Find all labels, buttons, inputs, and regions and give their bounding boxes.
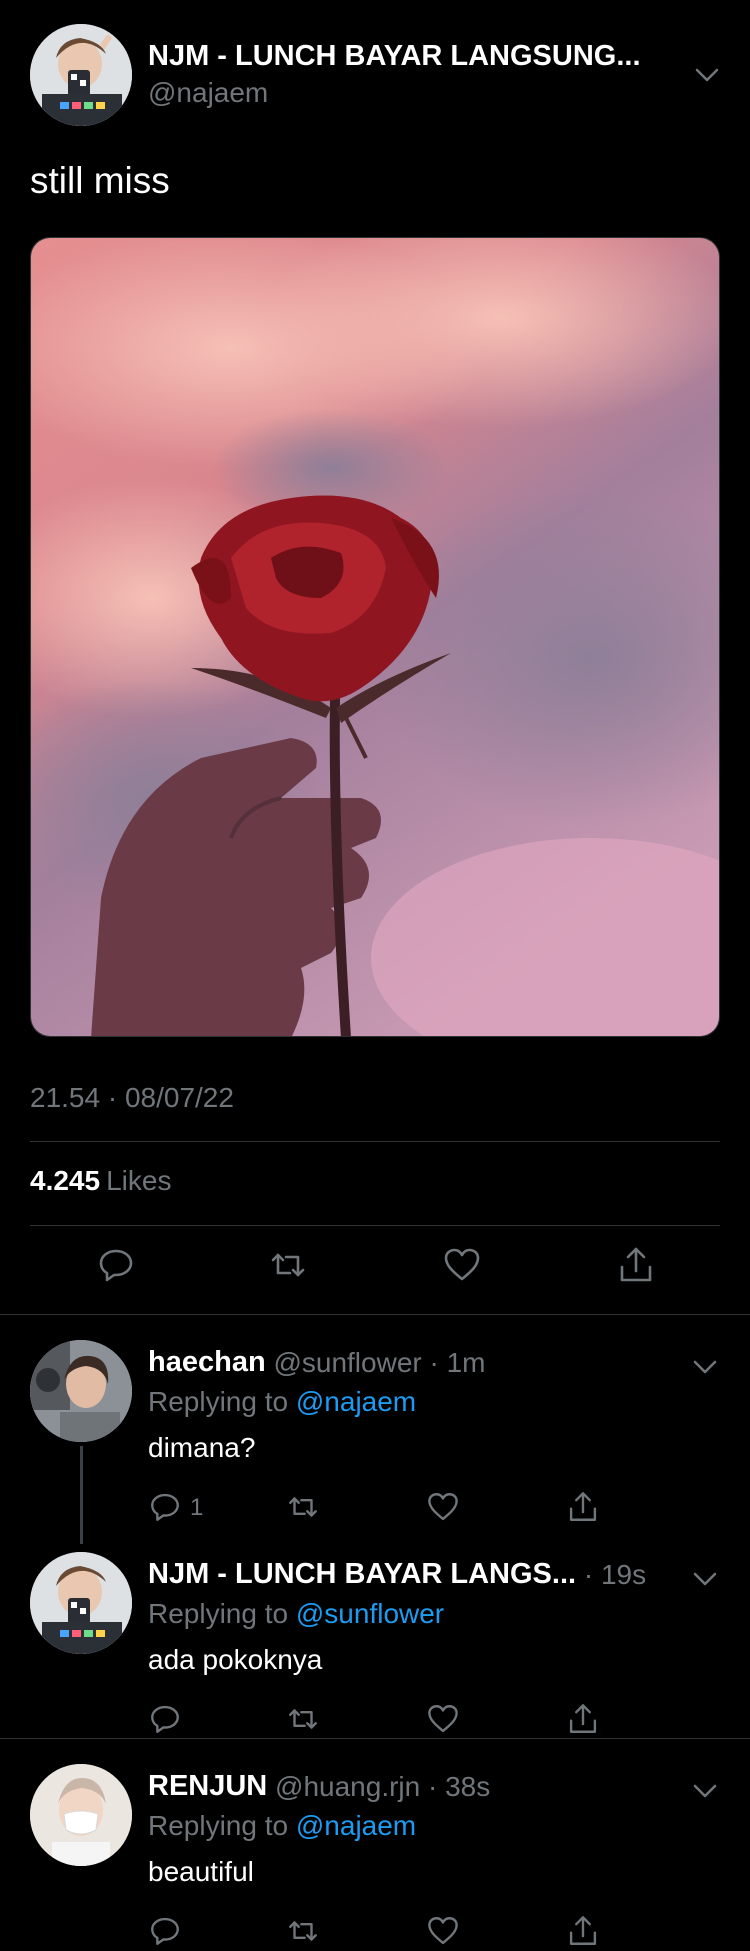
like-icon[interactable] [426, 1914, 460, 1948]
tweet-text: still miss [30, 160, 170, 201]
reply-text: dimana? [148, 1432, 256, 1463]
reply-time: · 1m [421, 1347, 486, 1378]
reply-action-bar: 1 [148, 1490, 628, 1526]
reply-header: NJM - LUNCH BAYAR LANGS... · 19s [148, 1558, 646, 1591]
retweet-icon[interactable] [268, 1245, 308, 1285]
reply-text: beautiful [148, 1856, 254, 1887]
divider [30, 1141, 720, 1142]
main-tweet-header: NJM - LUNCH BAYAR LANGSUNG... @najaem [30, 22, 720, 127]
reply-tweet[interactable]: haechan @sunflower · 1m Replying to @naj… [0, 1340, 750, 1540]
replying-prefix: Replying to [148, 1386, 296, 1417]
share-icon[interactable] [566, 1914, 600, 1948]
like-icon[interactable] [426, 1490, 460, 1524]
chevron-down-icon[interactable] [690, 1352, 720, 1382]
replying-prefix: Replying to [148, 1810, 296, 1841]
divider [30, 1225, 720, 1226]
reply-header: RENJUN @huang.rjn · 38s [148, 1770, 490, 1803]
replying-to: Replying to @sunflower [148, 1598, 444, 1630]
reply-avatar[interactable] [30, 1764, 132, 1866]
tweet-timestamp[interactable]: 21.54 · 08/07/22 [30, 1082, 234, 1114]
tweet-action-bar [0, 1245, 750, 1295]
author-avatar[interactable] [30, 24, 132, 126]
like-icon[interactable] [442, 1245, 482, 1285]
retweet-icon[interactable] [286, 1914, 320, 1948]
reply-action-bar [148, 1702, 628, 1738]
share-icon[interactable] [566, 1490, 600, 1524]
likes-label: Likes [106, 1165, 172, 1196]
replying-to: Replying to @najaem [148, 1810, 416, 1842]
author-handle[interactable]: @najaem [148, 77, 268, 109]
author-name[interactable]: NJM - LUNCH BAYAR LANGSUNG... [148, 40, 668, 73]
reply-tweet[interactable]: NJM - LUNCH BAYAR LANGS... · 19s Replyin… [0, 1552, 750, 1733]
reply-icon[interactable] [148, 1914, 182, 1948]
reply-author-handle[interactable]: @huang.rjn [275, 1771, 420, 1802]
reply-avatar[interactable] [30, 1340, 132, 1442]
chevron-down-icon[interactable] [692, 60, 722, 90]
share-icon[interactable] [566, 1702, 600, 1736]
likes-row[interactable]: 4.245 Likes [30, 1165, 171, 1197]
reply-time: · 38s [420, 1771, 491, 1802]
mention-link[interactable]: @najaem [296, 1386, 416, 1417]
retweet-icon[interactable] [286, 1702, 320, 1736]
reply-icon[interactable] [96, 1245, 136, 1285]
reply-count: 1 [190, 1494, 204, 1521]
chevron-down-icon[interactable] [690, 1776, 720, 1806]
tweet-media-image[interactable] [30, 237, 720, 1037]
reply-time: · 19s [583, 1559, 647, 1590]
replying-prefix: Replying to [148, 1598, 296, 1629]
divider [0, 1738, 750, 1739]
thread-connector [80, 1446, 83, 1544]
reply-icon[interactable] [148, 1490, 182, 1524]
replying-to: Replying to @najaem [148, 1386, 416, 1418]
reply-author-name[interactable]: NJM - LUNCH BAYAR LANGS... [148, 1558, 576, 1591]
share-icon[interactable] [616, 1245, 656, 1285]
mention-link[interactable]: @najaem [296, 1810, 416, 1841]
mention-link[interactable]: @sunflower [296, 1598, 444, 1629]
reply-header: haechan @sunflower · 1m [148, 1346, 486, 1379]
likes-count: 4.245 [30, 1165, 101, 1196]
reply-text: ada pokoknya [148, 1644, 323, 1675]
reply-icon[interactable] [148, 1702, 182, 1736]
like-icon[interactable] [426, 1702, 460, 1736]
reply-author-name[interactable]: haechan [148, 1346, 266, 1379]
retweet-icon[interactable] [286, 1490, 320, 1524]
chevron-down-icon[interactable] [690, 1564, 720, 1594]
reply-avatar[interactable] [30, 1552, 132, 1654]
reply-author-name[interactable]: RENJUN [148, 1770, 267, 1803]
divider [0, 1314, 750, 1315]
reply-action-bar [148, 1914, 628, 1950]
reply-author-handle[interactable]: @sunflower [273, 1347, 421, 1378]
reply-tweet[interactable]: RENJUN @huang.rjn · 38s Replying to @naj… [0, 1764, 750, 1951]
